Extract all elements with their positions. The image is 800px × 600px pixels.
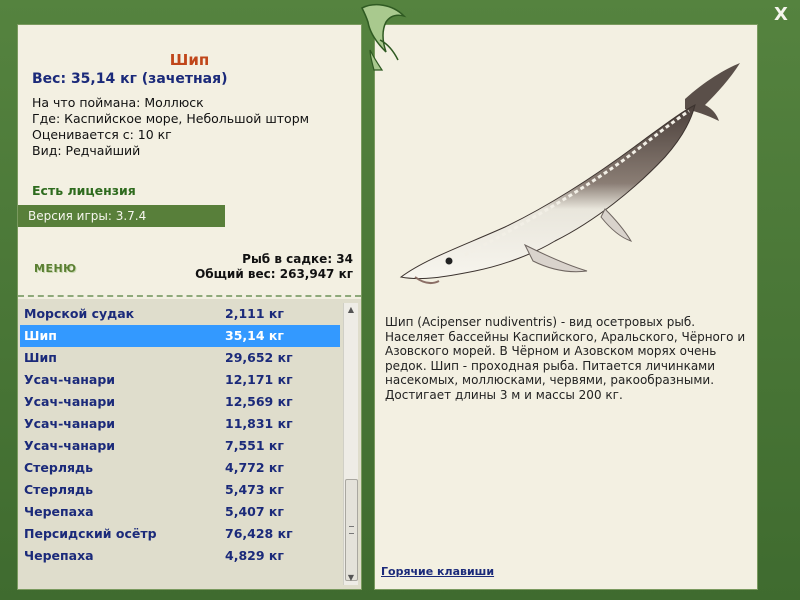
location-line: Где: Каспийское море, Небольшой шторм [32,111,310,126]
fish-list-weight: 29,652 кг [225,350,293,365]
fish-list-name: Шип [24,328,57,343]
list-item[interactable]: Морской судак 2,111 кг [20,303,340,325]
fish-list-name: Черепаха [24,504,94,519]
list-item[interactable]: Черепаха 5,407 кг [20,501,340,523]
fish-weight: Вес: 35,14 кг (зачетная) [32,71,228,87]
close-button[interactable]: X [770,4,792,26]
fish-list-weight: 5,473 кг [225,482,284,497]
fish-list-weight: 4,829 кг [225,548,284,563]
fish-list-weight: 4,772 кг [225,460,284,475]
sturgeon-image [395,59,745,289]
fish-list-name: Персидский осётр [24,526,157,541]
list-item[interactable]: Персидский осётр 76,428 кг [20,523,340,545]
version-bar: Версия игры: 3.7.4 [18,205,225,227]
scroll-thumb[interactable] [345,479,358,581]
fish-list-name: Стерлядь [24,460,94,475]
fish-name: Шип [169,51,210,69]
fish-description: Шип (Acipenser nudiventris) - вид осетро… [385,315,746,402]
list-item[interactable]: Усач-чанари 12,569 кг [20,391,340,413]
bait-line: На что поймана: Моллюск [32,95,204,110]
fish-list-name: Стерлядь [24,482,94,497]
fish-list-weight: 12,171 кг [225,372,293,387]
fish-list-name: Черепаха [24,548,94,563]
catch-details: На что поймана: Моллюск Где: Каспийское … [32,95,309,159]
fish-list-weight: 35,14 кг [225,328,284,343]
fish-list-weight: 5,407 кг [225,504,284,519]
scroll-up-icon[interactable]: ▲ [344,303,358,317]
rarity-line: Вид: Редчайший [32,143,141,158]
fish-list-weight: 7,551 кг [225,438,284,453]
close-icon: X [774,4,788,25]
cage-total-weight: Общий вес: 263,947 кг [195,267,353,281]
list-item[interactable]: Усач-чанари 12,171 кг [20,369,340,391]
fish-list-name: Усач-чанари [24,416,116,431]
list-item[interactable]: Стерлядь 4,772 кг [20,457,340,479]
rating-line: Оценивается с: 10 кг [32,127,172,142]
fish-list-weight: 76,428 кг [225,526,293,541]
fish-logo-icon [352,0,412,72]
grip-icon [349,526,354,534]
scroll-down-icon[interactable]: ▼ [344,571,358,585]
list-item[interactable]: Черепаха 4,829 кг [20,545,340,567]
cage-count: Рыб в садке: 34 [242,252,353,266]
fish-list-name: Морской судак [24,306,135,321]
catch-info-panel: Шип Вес: 35,14 кг (зачетная) На что пойм… [17,24,362,590]
cage-stats: Рыб в садке: 34 Общий вес: 263,947 кг [195,252,353,282]
fish-description-panel: Шип (Acipenser nudiventris) - вид осетро… [374,24,758,590]
fish-list-name: Усач-чанари [24,394,116,409]
fish-list[interactable]: Морской судак 2,111 кг Шип 35,14 кг Шип 29,65… [20,303,340,567]
fish-list-name: Шип [24,350,57,365]
fish-list-name: Усач-чанари [24,438,116,453]
fish-list-weight: 12,569 кг [225,394,293,409]
fish-list-weight: 11,831 кг [225,416,293,431]
list-item[interactable]: Усач-чанари 7,551 кг [20,435,340,457]
menu-button[interactable]: МЕНЮ [34,262,77,275]
list-item[interactable]: Шип 29,652 кг [20,347,340,369]
list-item[interactable]: Шип 35,14 кг [20,325,340,347]
scrollbar[interactable]: ▲ ▼ [343,303,358,585]
fish-list-area: Морской судак 2,111 кг Шип 35,14 кг Шип 29,65… [18,299,361,589]
list-item[interactable]: Усач-чанари 11,831 кг [20,413,340,435]
hotkeys-link[interactable]: Горячие клавиши [381,565,494,578]
fish-list-weight: 2,111 кг [225,306,284,321]
fish-list-name: Усач-чанари [24,372,116,387]
list-item[interactable]: Стерлядь 5,473 кг [20,479,340,501]
license-status: Есть лицензия [32,183,136,198]
divider [18,295,361,297]
